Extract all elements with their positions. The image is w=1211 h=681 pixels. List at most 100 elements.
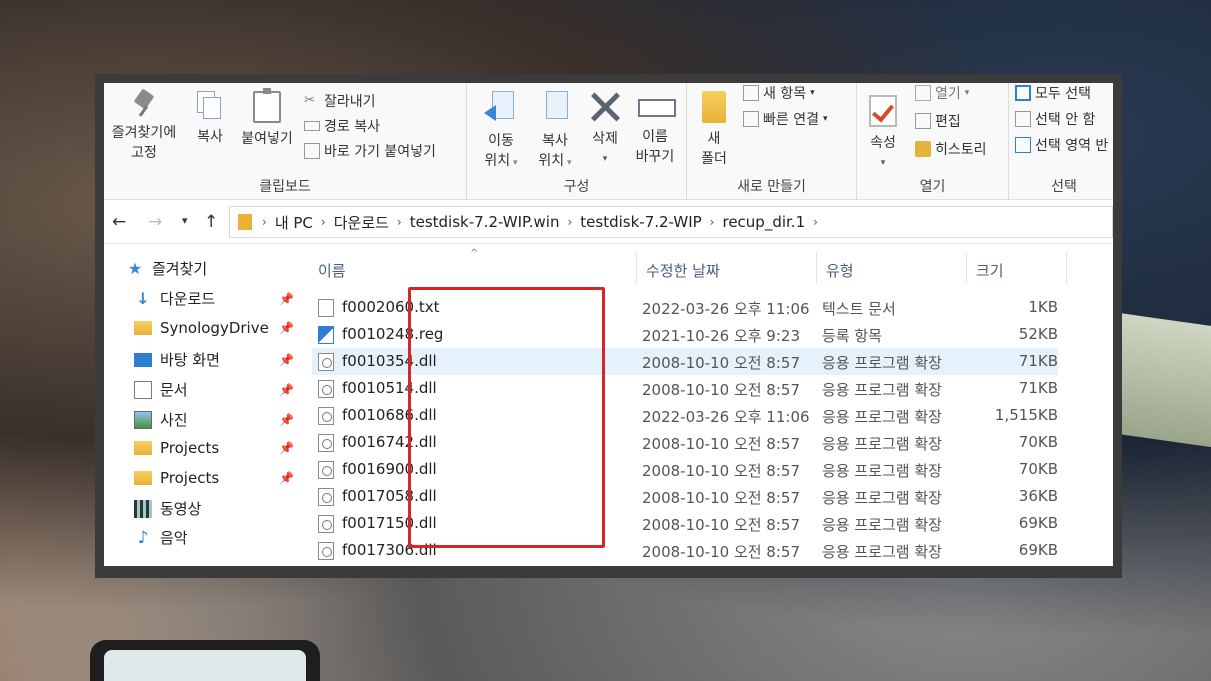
pin-icon[interactable]: 📌 (279, 353, 294, 367)
file-row[interactable]: f0010686.dll 2022-03-26 오후 11:06 응용 프로그램… (312, 402, 1058, 429)
background-phone (90, 640, 320, 681)
new-folder-button[interactable]: 새 폴더 (691, 91, 737, 169)
sidebar-item-downloads[interactable]: ↓ 다운로드 📌 (134, 288, 294, 309)
copy-button[interactable]: 복사 (186, 91, 234, 147)
breadcrumb-recup-dir[interactable]: recup_dir.1 (722, 213, 805, 231)
back-arrow-icon[interactable]: ← (112, 212, 126, 232)
address-bar[interactable]: › 내 PC › 다운로드 › testdisk-7.2-WIP.win › t… (229, 206, 1113, 238)
file-row[interactable]: f0016742.dll 2008-10-10 오전 8:57 응용 프로그램 … (312, 429, 1058, 456)
pin-icon[interactable]: 📌 (279, 441, 294, 455)
breadcrumb-this-pc[interactable]: 내 PC (275, 212, 313, 233)
ribbon-group-select: 모두 선택 선택 안 함 선택 영역 반 선택 (1009, 83, 1113, 200)
invert-selection-icon (1015, 137, 1031, 153)
select-none-button[interactable]: 선택 안 함 (1015, 109, 1095, 129)
text-file-icon (318, 299, 334, 317)
file-row[interactable]: f0017058.dll 2008-10-10 오전 8:57 응용 프로그램 … (312, 483, 1058, 510)
move-to-button[interactable]: 이동 위치 ▾ (475, 91, 527, 173)
copy-path-button[interactable]: 경로 복사 (304, 116, 380, 136)
rename-button[interactable]: 이름 바꾸기 (627, 91, 683, 167)
sidebar-item-music[interactable]: ♪ 음악 (134, 527, 294, 548)
column-header-size[interactable]: 크기 (976, 260, 1004, 281)
new-item-button[interactable]: 새 항목 ▾ (743, 83, 815, 103)
ribbon-group-label: 구성 (563, 179, 590, 195)
file-row[interactable]: f0016900.dll 2008-10-10 오전 8:57 응용 프로그램 … (312, 456, 1058, 483)
video-icon (134, 499, 152, 518)
pin-icon[interactable]: 📌 (279, 383, 294, 397)
pin-icon (133, 91, 155, 117)
desktop-icon (134, 352, 152, 367)
copy-to-button[interactable]: 복사 위치 ▾ (529, 91, 581, 173)
dll-file-icon (318, 353, 334, 371)
history-button[interactable]: 히스토리 (915, 139, 987, 159)
column-header-name[interactable]: 이름 (318, 260, 346, 281)
chevron-down-icon: ▾ (880, 158, 886, 168)
copy-icon (197, 91, 223, 121)
ribbon-group-new: 새 폴더 새 항목 ▾ 빠른 연결 ▾ 새로 만들기 (687, 83, 857, 200)
breadcrumb-testdisk-win[interactable]: testdisk-7.2-WIP.win (410, 213, 560, 231)
file-row-selected[interactable]: f0010354.dll 2008-10-10 오전 8:57 응용 프로그램 … (312, 348, 1058, 375)
breadcrumb-testdisk[interactable]: testdisk-7.2-WIP (580, 213, 701, 231)
up-arrow-icon[interactable]: ↑ (204, 212, 218, 232)
pin-icon[interactable]: 📌 (279, 321, 294, 335)
rename-icon (638, 91, 676, 121)
file-row[interactable]: f0017306.dll 2008-10-10 오전 8:57 응용 프로그램 … (312, 537, 1058, 564)
select-all-button[interactable]: 모두 선택 (1015, 83, 1091, 103)
breadcrumb-downloads[interactable]: 다운로드 (334, 212, 389, 233)
pin-icon[interactable]: 📌 (279, 292, 294, 306)
new-folder-icon (702, 91, 726, 123)
ribbon-group-label: 새로 만들기 (737, 179, 806, 195)
sidebar-item-desktop[interactable]: 바탕 화면 📌 (134, 349, 294, 370)
ribbon-group-label: 선택 (1051, 179, 1077, 195)
sidebar-item-projects[interactable]: Projects 📌 (134, 439, 294, 457)
breadcrumb-chevron-icon[interactable]: › (567, 215, 572, 229)
navigation-pane: ★ 즐겨찾기 ↓ 다운로드 📌 SynologyDrive 📌 바탕 화면 📌 … (104, 244, 300, 566)
file-row[interactable]: f0017150.dll 2008-10-10 오전 8:57 응용 프로그램 … (312, 510, 1058, 537)
breadcrumb-chevron-icon[interactable]: › (813, 215, 818, 229)
ribbon-group-label: 클립보드 (259, 179, 311, 195)
invert-selection-button[interactable]: 선택 영역 반 (1015, 135, 1108, 155)
history-icon (915, 141, 931, 157)
file-list: ^ 이름 수정한 날짜 유형 크기 f0002060.txt 2022-03-2… (300, 244, 1113, 566)
open-icon (915, 85, 931, 101)
edit-button[interactable]: 편집 (915, 111, 961, 131)
pin-to-quick-access-button[interactable]: 즐겨찾기에 고정 (104, 91, 184, 163)
delete-icon (589, 91, 621, 123)
paste-shortcut-button[interactable]: 바로 가기 붙여넣기 (304, 141, 436, 161)
column-header-date[interactable]: 수정한 날짜 (646, 260, 720, 281)
sidebar-item-pictures[interactable]: 사진 📌 (134, 409, 294, 430)
dll-file-icon (318, 434, 334, 452)
folder-icon (134, 321, 152, 335)
sidebar-item-documents[interactable]: 문서 📌 (134, 379, 294, 400)
pin-icon[interactable]: 📌 (279, 413, 294, 427)
paste-button[interactable]: 붙여넣기 (234, 88, 300, 149)
sidebar-item-projects[interactable]: Projects 📌 (134, 469, 294, 487)
breadcrumb-chevron-icon[interactable]: › (262, 215, 267, 229)
breadcrumb-chevron-icon[interactable]: › (710, 215, 715, 229)
select-all-icon (1015, 85, 1031, 101)
breadcrumb-chevron-icon[interactable]: › (321, 215, 326, 229)
cut-button[interactable]: ✂ 잘라내기 (304, 91, 376, 111)
delete-button[interactable]: 삭제 ▾ (585, 91, 625, 169)
easy-access-button[interactable]: 빠른 연결 ▾ (743, 109, 828, 129)
properties-button[interactable]: 속성 ▾ (861, 95, 905, 173)
recent-locations-chevron-icon[interactable]: ▾ (182, 214, 188, 227)
column-header-type[interactable]: 유형 (826, 260, 854, 281)
folder-icon (134, 441, 152, 455)
sidebar-item-synologydrive[interactable]: SynologyDrive 📌 (134, 319, 294, 337)
file-row[interactable]: f0010514.dll 2008-10-10 오전 8:57 응용 프로그램 … (312, 375, 1058, 402)
move-to-icon (484, 91, 518, 125)
file-row[interactable]: f0002060.txt 2022-03-26 오후 11:06 텍스트 문서 … (312, 294, 1058, 321)
sort-ascending-icon: ^ (470, 248, 479, 259)
sidebar-item-videos[interactable]: 동영상 (134, 498, 294, 519)
easy-access-icon (743, 111, 759, 127)
breadcrumb-chevron-icon[interactable]: › (397, 215, 402, 229)
open-button[interactable]: 열기 ▾ (915, 83, 969, 103)
pin-icon[interactable]: 📌 (279, 471, 294, 485)
screenshot-frame: 즐겨찾기에 고정 복사 붙여넣기 ✂ 잘라내기 경로 복사 바로 가기 붙여넣기… (95, 74, 1122, 578)
file-row[interactable]: f0010248.reg 2021-10-26 오후 9:23 등록 항목 52… (312, 321, 1058, 348)
sidebar-item-quick-access[interactable]: ★ 즐겨찾기 (126, 258, 286, 279)
chevron-down-icon: ▾ (602, 154, 608, 164)
music-icon: ♪ (137, 527, 149, 548)
ribbon-group-label: 열기 (919, 179, 946, 195)
forward-arrow-icon[interactable]: → (148, 212, 162, 232)
